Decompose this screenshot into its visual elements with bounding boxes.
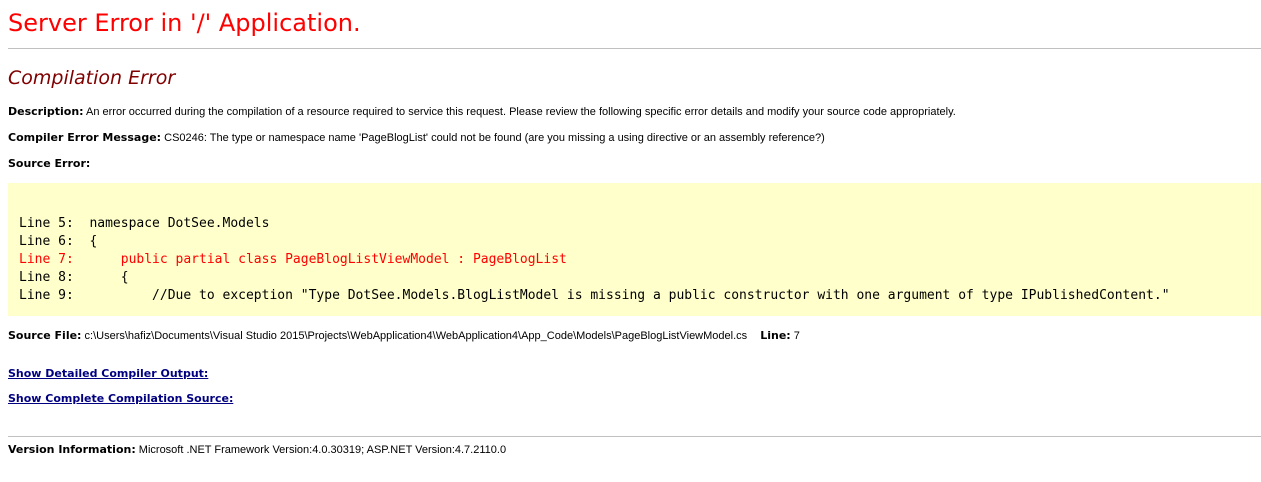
version-text: Microsoft .NET Framework Version:4.0.303… <box>138 444 507 456</box>
description-label: Description: <box>8 105 84 118</box>
version-divider <box>8 436 1261 437</box>
source-file-label: Source File: <box>8 329 82 342</box>
description-line: Description: An error occurred during th… <box>8 105 956 119</box>
compiler-error-label: Compiler Error Message: <box>8 131 162 144</box>
source-file-line: Source File: c:\Users\hafiz\Documents\Vi… <box>8 329 800 343</box>
compiler-error-text: CS0246: The type or namespace name 'Page… <box>164 132 825 144</box>
code-line-5: Line 5: namespace DotSee.Models <box>19 216 270 231</box>
show-detailed-compiler-output-link[interactable]: Show Detailed Compiler Output: <box>8 367 208 381</box>
source-code-box: Line 5: namespace DotSee.Models Line 6: {… <box>8 183 1261 316</box>
source-code: Line 5: namespace DotSee.Models Line 6: {… <box>19 215 1170 305</box>
error-type-heading: Compilation Error <box>8 67 176 89</box>
version-label: Version Information: <box>8 443 136 456</box>
compiler-error-line: Compiler Error Message: CS0246: The type… <box>8 131 825 145</box>
version-information-line: Version Information: Microsoft .NET Fram… <box>8 443 506 457</box>
show-complete-compilation-source-link[interactable]: Show Complete Compilation Source: <box>8 392 233 406</box>
code-line-7-error: Line 7: public partial class PageBlogLis… <box>19 252 567 267</box>
source-error-line: Source Error: <box>8 157 90 171</box>
code-line-6: Line 6: { <box>19 234 98 249</box>
description-text: An error occurred during the compilation… <box>86 106 956 118</box>
source-line-label: Line: <box>760 329 791 342</box>
code-line-9: Line 9: //Due to exception "Type DotSee.… <box>19 288 1170 303</box>
title-divider <box>8 48 1261 49</box>
code-line-8: Line 8: { <box>19 270 129 285</box>
source-file-path: c:\Users\hafiz\Documents\Visual Studio 2… <box>84 330 748 342</box>
source-error-label: Source Error: <box>8 157 91 170</box>
source-line-number: 7 <box>793 330 800 342</box>
page-title: Server Error in '/' Application. <box>8 9 361 37</box>
